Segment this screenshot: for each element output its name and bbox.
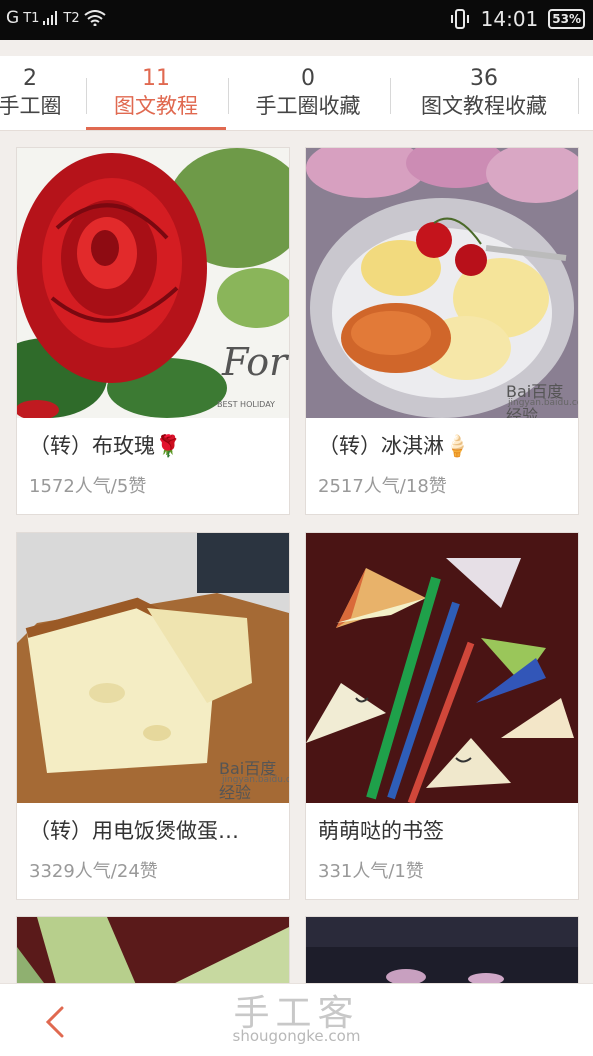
tab-count: 11 (142, 66, 170, 91)
watermark-url: shougongke.com (232, 1027, 361, 1045)
tab-label: 手工圈收藏 (255, 94, 361, 118)
card-stats: 3329人气/24赞 (29, 861, 158, 882)
tutorial-card-partial[interactable] (305, 916, 579, 988)
tab-count: 2 (23, 66, 37, 91)
tutorial-card[interactable]: For BEST HOLIDAY （转）布玫瑰🌹 1572人气/5赞 (16, 147, 290, 515)
sim1-label: T1 (23, 10, 40, 26)
tutorial-card[interactable]: Bai百度经验 jingyan.baidu.com （转）用电饭煲做蛋… 332… (16, 532, 290, 900)
image-caption: For (222, 340, 288, 384)
tab-divider (390, 78, 391, 114)
sim2-label: T2 (63, 10, 80, 26)
card-image-rose: For BEST HOLIDAY (17, 148, 289, 418)
card-image-ice-cream: Bai百度经验 jingyan.baidu.com (306, 148, 578, 418)
tutorial-card-partial[interactable] (16, 916, 290, 988)
card-stats: 2517人气/18赞 (318, 476, 447, 497)
battery-indicator: 53% (548, 9, 585, 29)
card-stats: 331人气/1赞 (318, 861, 424, 882)
tab-label: 图文教程收藏 (421, 94, 547, 118)
card-image-cake: Bai百度经验 jingyan.baidu.com (17, 533, 289, 803)
tab-tutorial-favorites[interactable]: 36 图文教程收藏 (392, 56, 576, 130)
tab-bar: 2 手工圈 11 图文教程 0 手工圈收藏 36 图文教程收藏 (0, 56, 593, 131)
tab-divider (228, 78, 229, 114)
image-caption-small: jingyan.baidu.com (508, 398, 578, 408)
signal-icon (43, 11, 58, 25)
card-title: （转）冰淇淋🍦 (318, 434, 471, 458)
tab-count: 0 (301, 66, 315, 91)
tab-circle-favorites[interactable]: 0 手工圈收藏 (230, 56, 386, 130)
card-title: （转）用电饭煲做蛋… (29, 819, 239, 843)
clock: 14:01 (480, 7, 539, 31)
vibrate-icon (450, 9, 469, 29)
card-image-partial (306, 917, 578, 987)
tab-divider (578, 78, 579, 114)
image-caption-small: jingyan.baidu.com (222, 775, 289, 785)
tab-label: 图文教程 (114, 94, 198, 118)
tab-handmade-circle[interactable]: 2 手工圈 (0, 56, 80, 130)
carrier-label: G (6, 8, 20, 28)
card-image-bookmarks (306, 533, 578, 803)
tab-tutorials[interactable]: 11 图文教程 (86, 56, 226, 130)
card-title: （转）布玫瑰🌹 (29, 434, 182, 458)
tutorial-card[interactable]: 萌萌哒的书签 331人气/1赞 (305, 532, 579, 900)
card-stats: 1572人气/5赞 (29, 476, 147, 497)
image-caption-small: BEST HOLIDAY (217, 400, 275, 409)
tutorial-card[interactable]: Bai百度经验 jingyan.baidu.com （转）冰淇淋🍦 2517人气… (305, 147, 579, 515)
wifi-icon (84, 10, 106, 26)
card-title: 萌萌哒的书签 (318, 819, 444, 843)
status-bar: G T1 T2 14:01 53% (0, 0, 593, 40)
card-image-partial (17, 917, 289, 987)
tab-label: 手工圈 (0, 94, 62, 118)
bottom-bar: 手工客 shougongke.com (0, 983, 593, 1056)
tab-count: 36 (470, 66, 498, 91)
